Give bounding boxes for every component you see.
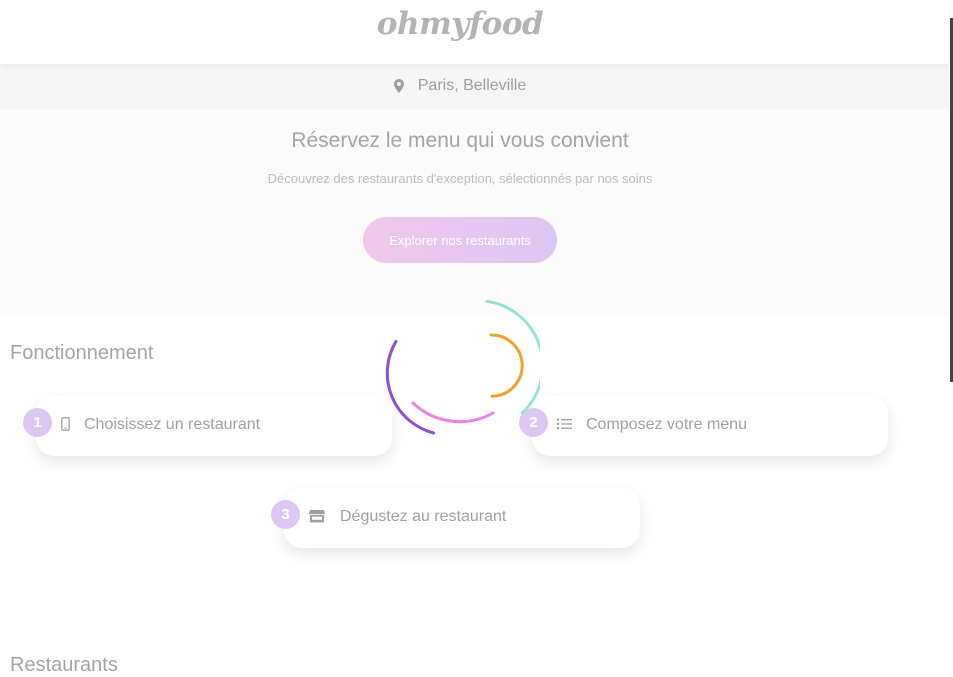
loading-spinner-icon [385,299,540,435]
hero-section: Réservez le menu qui vous convient Décou… [0,109,949,315]
location-bar: Paris, Belleville [0,64,949,109]
restaurants-section-title: Restaurants [10,654,118,676]
step-label: Dégustez au restaurant [340,508,507,525]
step-number: 1 [23,408,52,437]
site-logo[interactable]: ohmyfood [0,6,920,42]
spinner-arc-pink [411,401,495,424]
explore-restaurants-button[interactable]: Explorer nos restaurants [363,217,557,263]
spinner-arc-orange [489,333,524,398]
spinner-arc-purple [385,340,436,435]
location-label: Paris, Belleville [417,77,527,94]
step-number: 3 [271,500,300,529]
location-row: Paris, Belleville [0,77,920,95]
storefront-icon [309,510,325,523]
list-icon [557,418,572,430]
step-label: Composez votre menu [586,416,747,433]
step-card-choose-restaurant[interactable]: 1 Choisissez un restaurant [23,396,392,456]
how-it-works-title: Fonctionnement [10,342,154,364]
mobile-phone-icon [61,417,70,431]
step-label: Choisissez un restaurant [84,416,261,433]
map-pin-icon [393,79,404,93]
step-card-compose-menu[interactable]: 2 Composez votre menu [519,396,888,456]
step-card-enjoy-restaurant[interactable]: 3 Dégustez au restaurant [271,488,640,548]
hero-title: Réservez le menu qui vous convient [291,129,629,152]
hero-subtitle: Découvrez des restaurants d'exception, s… [267,171,653,186]
site-header: ohmyfood [0,0,949,64]
